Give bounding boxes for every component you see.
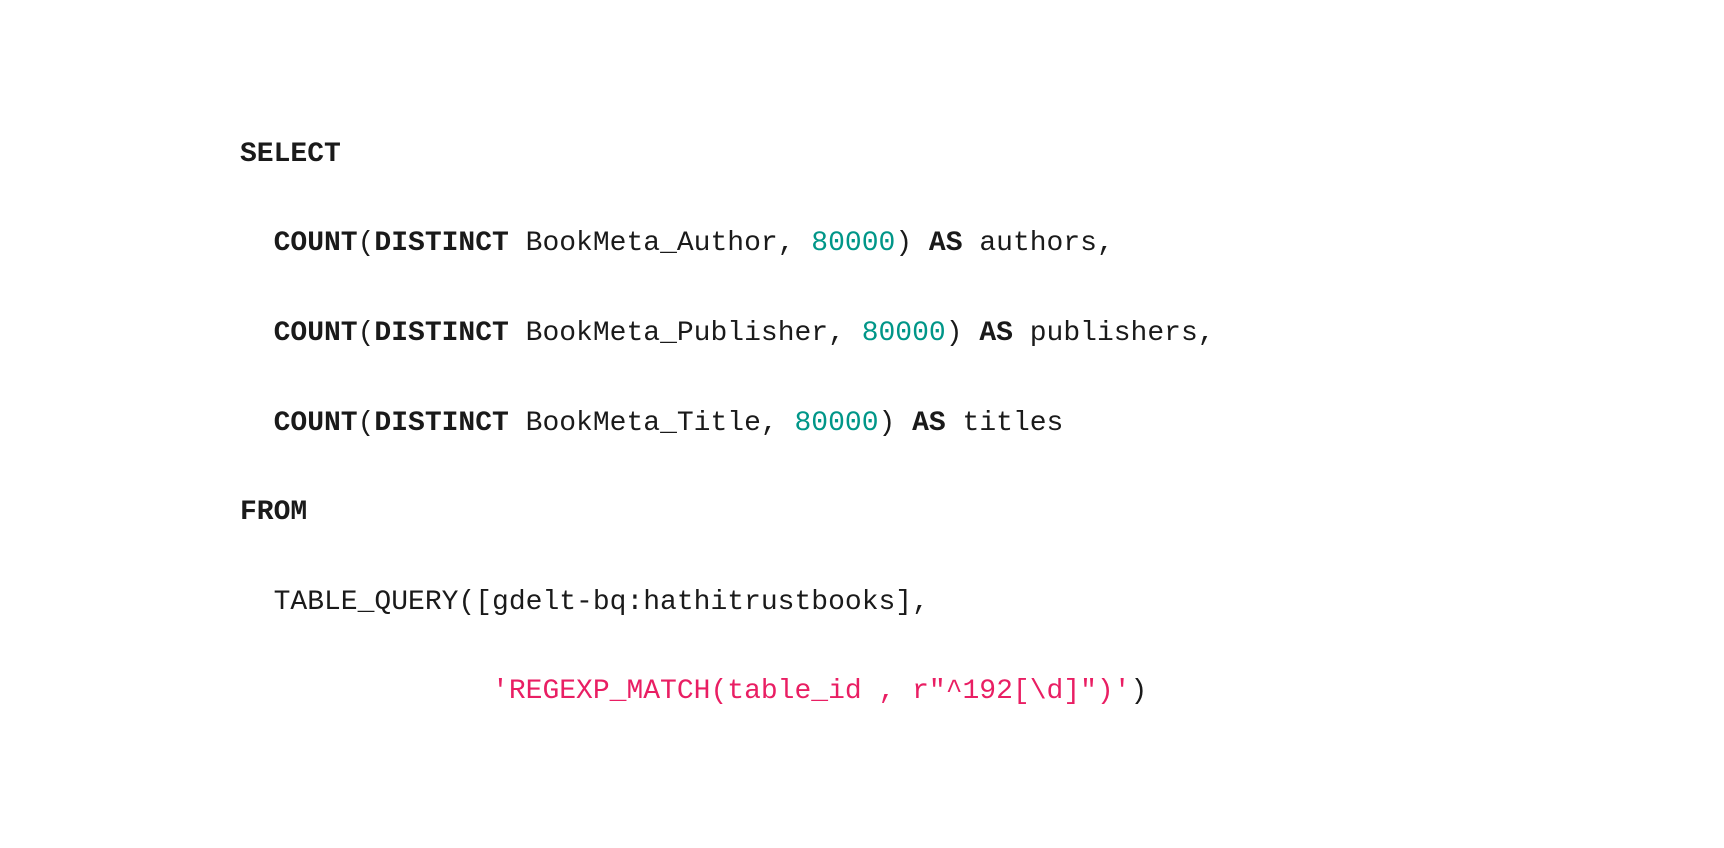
column-title: BookMeta_Title, — [509, 408, 795, 439]
keyword-count: COUNT — [274, 228, 358, 259]
table-query-call: TABLE_QUERY([gdelt-bq:hathitrustbooks], — [274, 587, 929, 618]
keyword-from: FROM — [240, 497, 307, 528]
sql-code-block: SELECT COUNT(DISTINCT BookMeta_Author, 8… — [240, 88, 1215, 760]
keyword-count: COUNT — [274, 408, 358, 439]
alias-publishers: publishers, — [1013, 318, 1215, 349]
number-literal: 80000 — [862, 318, 946, 349]
paren-close: ) — [895, 228, 929, 259]
code-line-2: COUNT(DISTINCT BookMeta_Author, 80000) A… — [240, 222, 1215, 267]
keyword-as: AS — [979, 318, 1013, 349]
paren-open: ( — [358, 228, 375, 259]
keyword-as: AS — [929, 228, 963, 259]
code-line-6: TABLE_QUERY([gdelt-bq:hathitrustbooks], — [240, 581, 1215, 626]
keyword-distinct: DISTINCT — [374, 408, 508, 439]
paren-close: ) — [879, 408, 913, 439]
code-line-7: 'REGEXP_MATCH(table_id , r"^192[\d]")') — [240, 670, 1215, 715]
column-author: BookMeta_Author, — [509, 228, 811, 259]
number-literal: 80000 — [811, 228, 895, 259]
paren-open: ( — [358, 408, 375, 439]
paren-open: ( — [358, 318, 375, 349]
number-literal: 80000 — [795, 408, 879, 439]
keyword-distinct: DISTINCT — [374, 318, 508, 349]
code-line-5: FROM — [240, 491, 1215, 536]
alias-authors: authors, — [963, 228, 1114, 259]
code-line-3: COUNT(DISTINCT BookMeta_Publisher, 80000… — [240, 312, 1215, 357]
keyword-select: SELECT — [240, 139, 341, 170]
keyword-distinct: DISTINCT — [374, 228, 508, 259]
alias-titles: titles — [946, 408, 1064, 439]
code-line-4: COUNT(DISTINCT BookMeta_Title, 80000) AS… — [240, 402, 1215, 447]
paren-close-final: ) — [1131, 676, 1148, 707]
keyword-as: AS — [912, 408, 946, 439]
code-line-1: SELECT — [240, 133, 1215, 178]
string-literal: 'REGEXP_MATCH(table_id , r"^192[\d]")' — [492, 676, 1131, 707]
paren-close: ) — [946, 318, 980, 349]
keyword-count: COUNT — [274, 318, 358, 349]
column-publisher: BookMeta_Publisher, — [509, 318, 862, 349]
